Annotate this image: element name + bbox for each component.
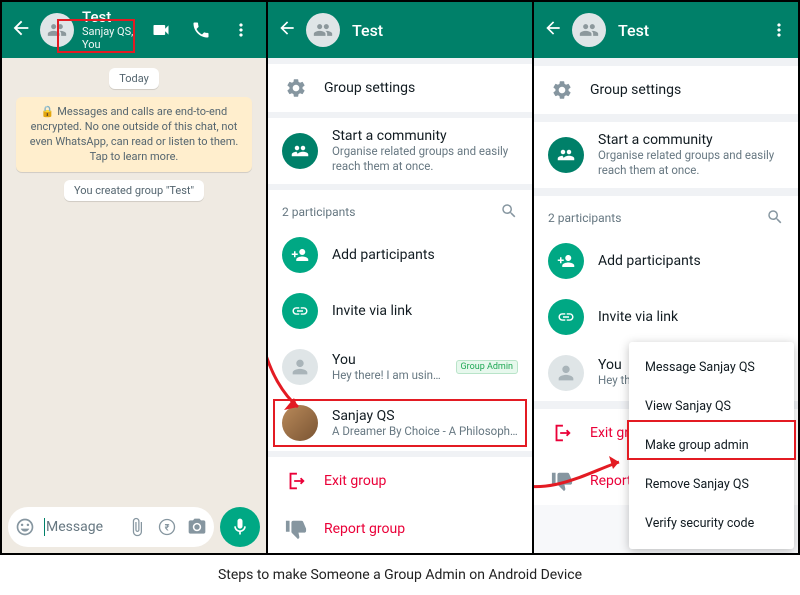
row-add-participants[interactable]: Add participants (268, 227, 532, 283)
admin-badge: Group Admin (456, 360, 518, 374)
you-status: Hey there! I am using WhatsApp. (332, 368, 442, 383)
community-title: Start a community (332, 128, 518, 144)
sanjay-name: Sanjay QS (332, 408, 518, 424)
row-participant-you[interactable]: You Hey there! I am using WhatsApp. Grou… (268, 339, 532, 395)
you-name: You (332, 352, 442, 368)
invite-link-label: Invite via link (598, 309, 784, 325)
row-report-group[interactable]: Report group (268, 505, 532, 553)
invite-link-label: Invite via link (332, 303, 518, 319)
info-header: Test (268, 2, 532, 58)
participants-count: 2 participants (282, 205, 355, 219)
exit-icon (548, 419, 576, 447)
row-invite-link[interactable]: Invite via link (268, 283, 532, 339)
more-icon[interactable] (768, 19, 790, 41)
participants-header: 2 participants (534, 196, 798, 233)
avatar-sanjay (282, 405, 318, 441)
group-info-title: Test (618, 21, 768, 40)
search-icon[interactable] (500, 202, 518, 223)
more-icon[interactable] (230, 19, 252, 41)
info-header: Test (534, 2, 798, 58)
search-icon[interactable] (766, 208, 784, 229)
system-message: You created group "Test" (64, 180, 204, 201)
caption: Steps to make Someone a Group Admin on A… (0, 555, 800, 595)
add-person-icon (282, 237, 318, 273)
participants-header: 2 participants (268, 190, 532, 227)
community-sub: Organise related groups and easily reach… (598, 148, 784, 178)
panel-context-menu: Test Group settings (534, 2, 798, 553)
group-settings-label: Group settings (590, 82, 784, 98)
gear-icon (548, 76, 576, 104)
row-group-settings[interactable]: Group settings (268, 64, 532, 112)
sanjay-status: A Dreamer By Choice - A Philosopher B… (332, 424, 518, 439)
group-info-title: Test (352, 21, 524, 40)
back-icon[interactable] (10, 17, 32, 44)
community-icon (548, 137, 584, 173)
row-add-participants[interactable]: Add participants (534, 233, 798, 289)
community-title: Start a community (598, 132, 784, 148)
row-group-settings[interactable]: Group settings (534, 66, 798, 114)
chat-title: Test (82, 9, 144, 26)
info-body: Group settings Start a community Organis… (268, 58, 532, 553)
panel-group-info: Test Group settings Start (268, 2, 532, 553)
group-avatar[interactable] (572, 13, 606, 47)
attach-icon[interactable] (126, 516, 148, 538)
menu-view[interactable]: View Sanjay QS (629, 387, 794, 426)
payment-icon[interactable]: ₹ (156, 516, 178, 538)
group-avatar[interactable] (40, 13, 74, 47)
report-group-label: Report group (324, 521, 518, 537)
add-participants-label: Add participants (332, 247, 518, 263)
add-participants-label: Add participants (598, 253, 784, 269)
back-icon[interactable] (276, 18, 298, 42)
exit-icon (282, 467, 310, 495)
header-titles[interactable]: Test Sanjay QS, You (82, 9, 144, 52)
avatar-you (548, 355, 584, 391)
report-icon (548, 467, 576, 495)
row-participant-sanjay[interactable]: Sanjay QS A Dreamer By Choice - A Philos… (268, 395, 532, 451)
chat-body: Today 🔒 Messages and calls are end-to-en… (2, 58, 266, 501)
panel-chat: Test Sanjay QS, You Today 🔒 Messages and… (2, 2, 266, 553)
row-invite-link[interactable]: Invite via link (534, 289, 798, 345)
composer: Message ₹ (2, 501, 266, 553)
menu-remove[interactable]: Remove Sanjay QS (629, 465, 794, 504)
row-exit-group[interactable]: Exit group (268, 457, 532, 505)
menu-message[interactable]: Message Sanjay QS (629, 348, 794, 387)
camera-icon[interactable] (186, 516, 208, 538)
row-start-community[interactable]: Start a community Organise related group… (534, 122, 798, 188)
add-person-icon (548, 243, 584, 279)
voice-call-icon[interactable] (190, 19, 212, 41)
mic-button[interactable] (220, 507, 260, 547)
row-start-community[interactable]: Start a community Organise related group… (268, 118, 532, 184)
avatar-you (282, 349, 318, 385)
chat-header: Test Sanjay QS, You (2, 2, 266, 58)
exit-group-label: Exit group (324, 473, 518, 489)
header-actions (144, 19, 258, 41)
gear-icon (282, 74, 310, 102)
encryption-notice[interactable]: 🔒 Messages and calls are end-to-end encr… (16, 97, 252, 172)
video-call-icon[interactable] (150, 19, 172, 41)
back-icon[interactable] (542, 18, 564, 42)
group-settings-label: Group settings (324, 80, 518, 96)
menu-make-admin[interactable]: Make group admin (629, 426, 794, 465)
chat-subtitle: Sanjay QS, You (82, 26, 144, 51)
date-chip: Today (109, 68, 159, 89)
message-input[interactable]: Message (44, 518, 118, 536)
menu-verify[interactable]: Verify security code (629, 504, 794, 543)
link-icon (548, 299, 584, 335)
emoji-icon[interactable] (14, 516, 36, 538)
context-menu: Message Sanjay QS View Sanjay QS Make gr… (629, 342, 794, 549)
composer-input-wrap: Message ₹ (8, 507, 214, 547)
link-icon (282, 293, 318, 329)
report-icon (282, 515, 310, 543)
community-sub: Organise related groups and easily reach… (332, 144, 518, 174)
participants-count: 2 participants (548, 211, 621, 225)
community-icon (282, 133, 318, 169)
svg-text:₹: ₹ (165, 523, 170, 533)
group-avatar[interactable] (306, 13, 340, 47)
